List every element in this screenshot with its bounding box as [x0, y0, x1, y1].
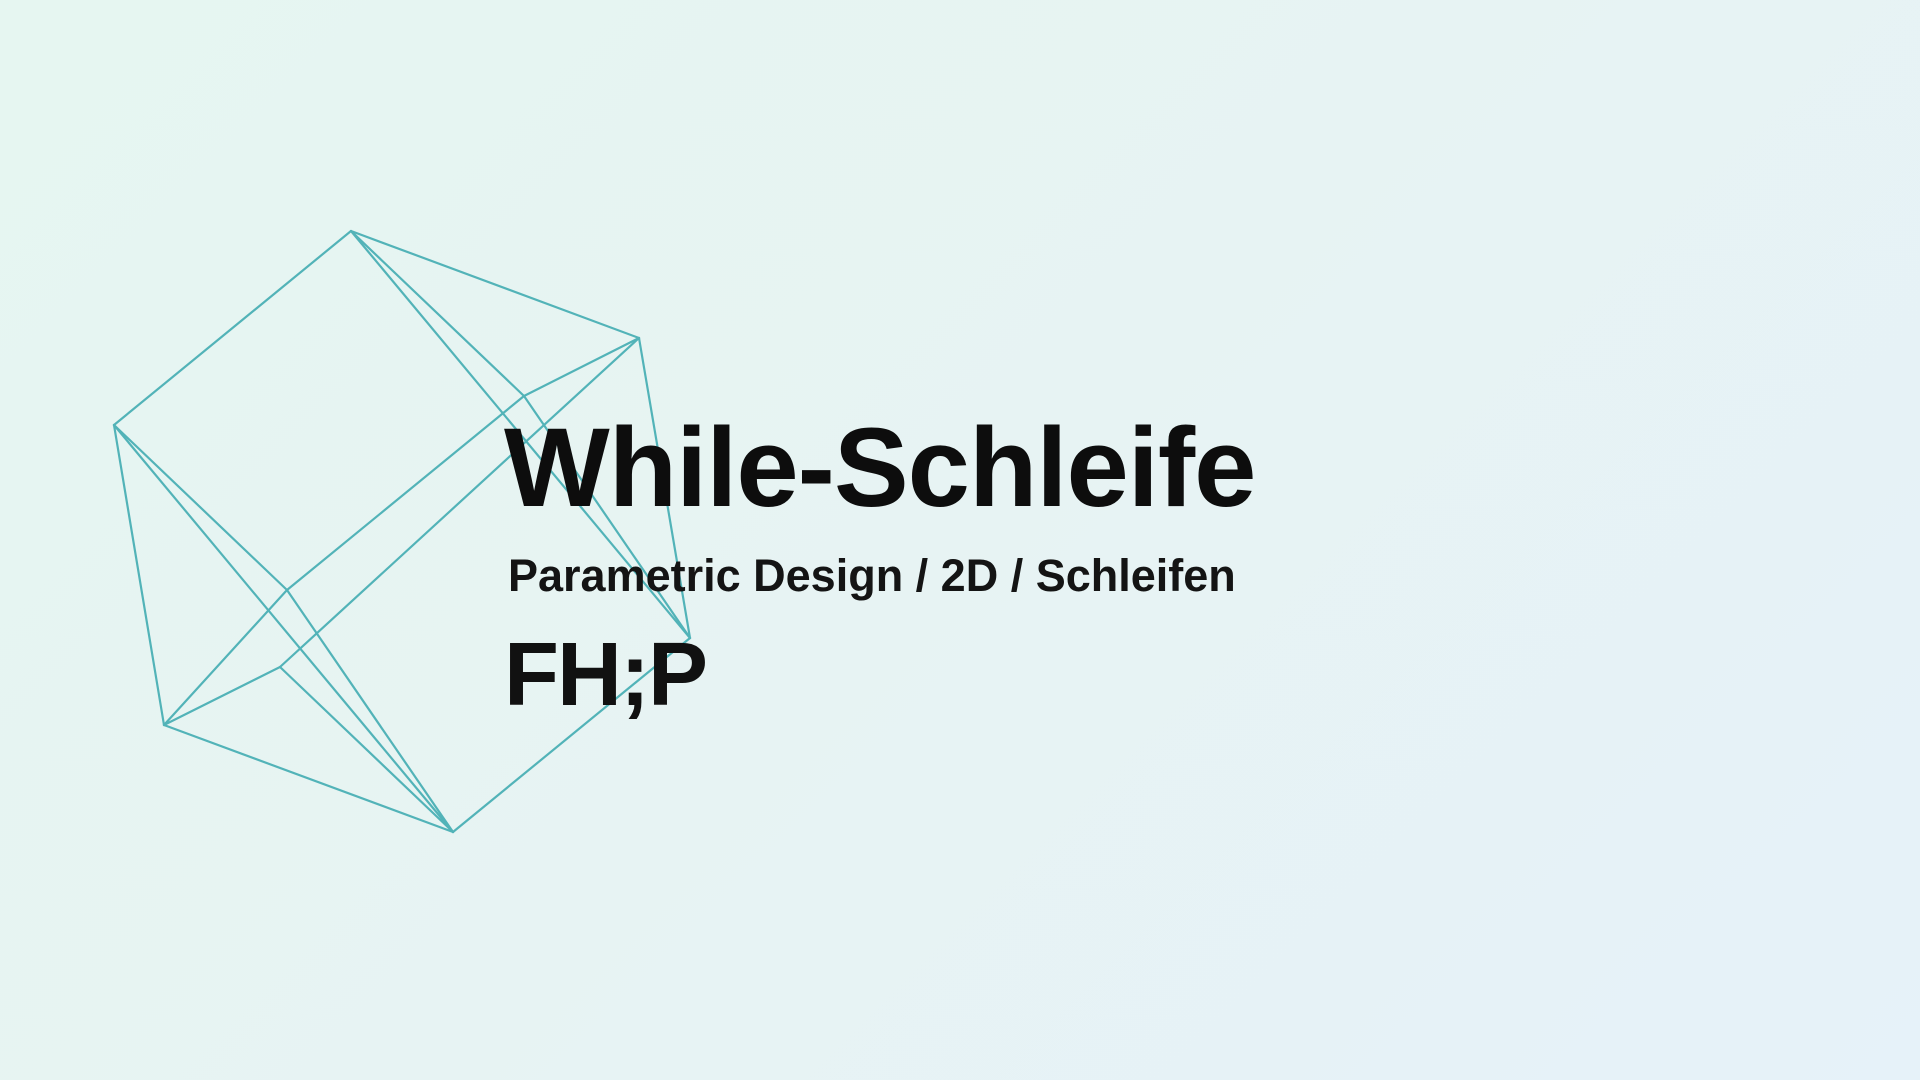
outline-edge	[112, 423, 166, 727]
inner-edge	[285, 588, 455, 834]
inner-edge	[278, 665, 455, 834]
title-slide: While-Schleife Parametric Design / 2D / …	[0, 0, 1920, 1080]
wireframe-polyhedron-graphic	[112, 229, 692, 834]
slide-title: While-Schleife	[504, 405, 1256, 530]
inner-edge	[112, 423, 289, 592]
inner-edge	[162, 665, 282, 727]
inner-edge	[522, 336, 641, 398]
outline-edge	[112, 229, 353, 427]
inner-edge	[349, 229, 526, 398]
inner-edge	[112, 423, 455, 834]
inner-edge	[285, 394, 526, 592]
fhp-logo: FH;P	[504, 625, 708, 725]
inner-edge	[162, 588, 289, 727]
slide-subtitle: Parametric Design / 2D / Schleifen	[508, 550, 1236, 601]
